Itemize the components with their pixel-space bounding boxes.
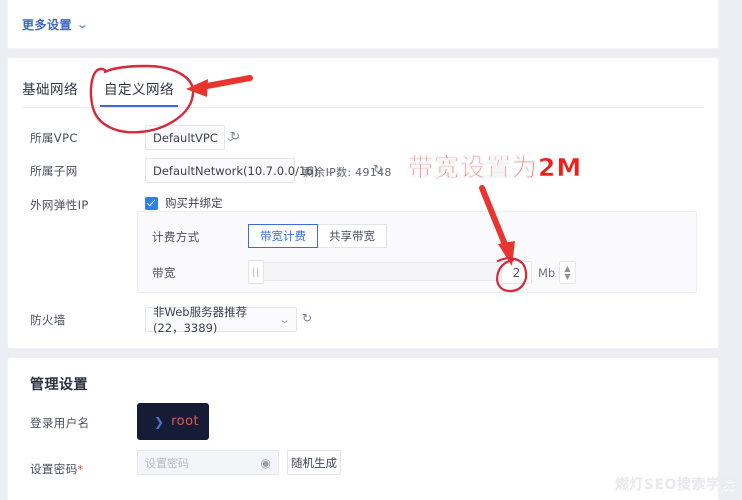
subnet-select-value: DefaultNetwork(10.7.0.0/16) — [153, 163, 319, 178]
label-username: 登录用户名 — [30, 416, 90, 430]
vpc-select[interactable]: DefaultVPC ⌄ — [145, 125, 236, 150]
firewall-select[interactable]: 非Web服务器推荐(22，3389) ⌄ — [145, 305, 297, 335]
password-input[interactable]: 设置密码 ◉ — [137, 450, 279, 475]
login-username-terminal[interactable]: ❯ root — [137, 403, 209, 440]
chevron-down-icon: ⌄ — [278, 313, 291, 326]
row-vpc: 所属VPC DefaultVPC ⌄ ↻ — [8, 125, 718, 153]
generate-password-button[interactable]: 随机生成 — [287, 450, 341, 475]
vpc-select-value: DefaultVPC — [153, 130, 218, 145]
watermark: 燃灯SEO搜索学院 — [614, 477, 735, 493]
subnet-refresh-icon[interactable]: ↻ — [373, 162, 383, 176]
eip-purchase-checkbox[interactable]: 购买并绑定 — [145, 195, 223, 211]
label-vpc: 所属VPC — [30, 131, 78, 145]
firewall-select-value: 非Web服务器推荐(22，3389) — [153, 304, 248, 335]
network-settings-card: 基础网络 自定义网络 所属VPC DefaultVPC ⌄ ↻ 所属子网 Def… — [8, 58, 718, 348]
billing-method-segmented: 带宽计费 共享带宽 — [248, 224, 387, 248]
bandwidth-stepper[interactable]: ▲ ▼ — [559, 261, 576, 284]
tab-custom-network[interactable]: 自定义网络 — [100, 78, 178, 107]
billing-option-shared[interactable]: 共享带宽 — [318, 224, 387, 248]
slider-handle-grip-icon: || — [252, 266, 260, 278]
label-password: 设置密码* — [30, 461, 84, 477]
more-settings-label: 更多设置 — [22, 18, 73, 32]
bandwidth-settings-panel: 计费方式 带宽计费 共享带宽 带宽 || 2 Mb ▲ ▼ — [137, 211, 697, 293]
chevron-down-icon: ⌄ — [76, 18, 90, 31]
billing-option-bandwidth[interactable]: 带宽计费 — [248, 224, 318, 248]
page-title: 管理设置 — [30, 377, 88, 393]
required-marker: * — [77, 463, 84, 476]
label-billing-method: 计费方式 — [152, 230, 200, 244]
row-password: 设置密码* — [8, 456, 718, 484]
label-firewall: 防火墙 — [30, 313, 66, 327]
tabs-divider — [22, 107, 704, 108]
eip-checkbox-label: 购买并绑定 — [165, 196, 223, 210]
bandwidth-unit-label: Mb — [538, 266, 556, 280]
row-subnet: 所属子网 DefaultNetwork(10.7.0.0/16) ⌄ 剩余IP数… — [8, 158, 718, 186]
vpc-refresh-icon[interactable]: ↻ — [230, 129, 240, 143]
subnet-select[interactable]: DefaultNetwork(10.7.0.0/16) ⌄ — [145, 158, 337, 183]
label-subnet: 所属子网 — [30, 164, 78, 178]
bandwidth-value-input[interactable]: 2 — [501, 261, 532, 284]
eye-icon[interactable]: ◉ — [261, 456, 271, 470]
login-username-value: root — [171, 414, 200, 429]
tab-basic-network[interactable]: 基础网络 — [22, 78, 78, 107]
password-placeholder: 设置密码 — [145, 456, 189, 470]
stepper-down-icon[interactable]: ▼ — [564, 272, 570, 281]
management-settings-card: 管理设置 登录用户名 设置密码* — [8, 358, 718, 500]
label-eip: 外网弹性IP — [30, 198, 89, 212]
firewall-refresh-icon[interactable]: ↻ — [302, 311, 312, 325]
screen-root: 更多设置 ⌄ 基础网络 自定义网络 所属VPC DefaultVPC ⌄ ↻ 所… — [0, 0, 742, 500]
row-firewall: 防火墙 非Web服务器推荐(22，3389) ⌄ ↻ — [8, 305, 718, 335]
more-settings-toggle[interactable]: 更多设置 ⌄ — [22, 16, 90, 33]
network-tabs: 基础网络 自定义网络 — [22, 78, 178, 107]
terminal-prompt-icon: ❯ — [154, 414, 165, 429]
more-settings-card: 更多设置 ⌄ — [8, 0, 718, 48]
row-username: 登录用户名 — [8, 410, 718, 438]
bandwidth-slider-track[interactable] — [260, 262, 518, 281]
checkbox-check-icon — [145, 196, 158, 210]
label-password-text: 设置密码 — [30, 462, 78, 476]
label-bandwidth: 带宽 — [152, 266, 176, 280]
bandwidth-slider-handle[interactable]: || — [248, 260, 264, 284]
